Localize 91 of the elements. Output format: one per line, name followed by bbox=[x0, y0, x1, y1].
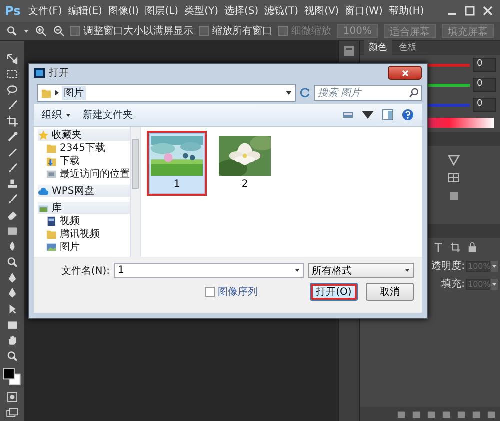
file-tile[interactable]: 2 bbox=[215, 131, 275, 196]
toolbar-button[interactable]: 组织 bbox=[42, 108, 71, 122]
filename-field[interactable]: 1 bbox=[114, 263, 304, 278]
close-button[interactable] bbox=[388, 66, 422, 80]
screen-mode-icon[interactable] bbox=[6, 406, 18, 420]
field-label: 填充: bbox=[442, 278, 465, 291]
nav-item[interactable]: 视频 bbox=[38, 215, 130, 227]
channel-value[interactable]: 0 bbox=[473, 98, 496, 112]
panel-tab[interactable]: 颜色 bbox=[364, 40, 392, 55]
menu-item[interactable]: 视图(V) bbox=[302, 4, 342, 18]
preview-pane-icon[interactable] bbox=[382, 109, 394, 121]
text-cursor-icon[interactable] bbox=[433, 242, 444, 253]
nav-item[interactable]: 图片 bbox=[38, 241, 130, 253]
file-type-dropdown[interactable]: 所有格式 bbox=[308, 263, 414, 278]
nav-item[interactable]: 收藏夹 bbox=[38, 129, 130, 141]
close-icon bbox=[402, 70, 408, 76]
checkbox-label[interactable]: 调整窗口大小以满屏显示 bbox=[70, 24, 194, 38]
square-icon[interactable] bbox=[427, 410, 436, 418]
address-bar[interactable]: 图片 bbox=[37, 84, 296, 102]
nav-item[interactable]: 腾讯视频 bbox=[38, 228, 130, 240]
menu-item[interactable]: 帮助(H) bbox=[386, 4, 428, 18]
zoom-in-icon[interactable] bbox=[34, 25, 47, 37]
stamp-icon[interactable] bbox=[6, 178, 18, 190]
square-icon[interactable] bbox=[442, 410, 451, 418]
search-icon bbox=[409, 88, 419, 98]
caret-icon bbox=[24, 30, 29, 32]
menu-item[interactable]: 编辑(E) bbox=[65, 4, 106, 18]
dialog-title: 打开 bbox=[49, 66, 69, 80]
rectangle-icon[interactable] bbox=[6, 318, 18, 332]
channel-value[interactable]: 0 bbox=[473, 58, 496, 72]
panel-tab[interactable]: 色板 bbox=[394, 40, 422, 55]
eraser-icon[interactable] bbox=[6, 209, 18, 222]
crop-icon[interactable] bbox=[450, 242, 461, 253]
view-options-icon[interactable] bbox=[342, 109, 354, 121]
caret-icon bbox=[362, 109, 374, 121]
film-icon bbox=[46, 216, 57, 226]
nav-item[interactable]: WPS网盘 bbox=[38, 185, 130, 197]
menu-item[interactable]: 选择(S) bbox=[221, 4, 262, 18]
picture-folder-icon bbox=[46, 242, 57, 252]
search-icon[interactable] bbox=[6, 25, 18, 37]
caret-icon bbox=[295, 269, 300, 272]
nav-item[interactable]: 最近访问的位置 bbox=[38, 168, 130, 180]
nav-item[interactable]: 2345下载 bbox=[38, 142, 130, 154]
caret-icon bbox=[405, 269, 410, 272]
caret-icon bbox=[66, 114, 71, 116]
chevron-icon bbox=[55, 90, 59, 96]
open-button[interactable]: 打开(O) bbox=[310, 283, 358, 301]
color-swatches-drawing[interactable] bbox=[3, 368, 21, 386]
nav-item[interactable]: 库 bbox=[38, 202, 130, 214]
menu-item[interactable]: 图层(L) bbox=[142, 4, 182, 18]
square-icon[interactable] bbox=[448, 190, 460, 202]
square-icon[interactable] bbox=[412, 410, 421, 418]
lock-icon[interactable] bbox=[467, 242, 478, 253]
triangle-icon[interactable] bbox=[448, 154, 460, 166]
move-arrow-icon[interactable] bbox=[6, 52, 18, 66]
field-label: 透明度: bbox=[432, 260, 465, 273]
caret-icon bbox=[492, 282, 497, 286]
menu-item[interactable]: 窗口(W) bbox=[342, 4, 386, 18]
crop-icon[interactable] bbox=[6, 115, 18, 128]
refresh-icon[interactable] bbox=[299, 87, 311, 99]
menu-item[interactable]: 滤镜(T) bbox=[262, 4, 302, 18]
app-icon bbox=[34, 68, 45, 78]
nav-item[interactable]: 下载 bbox=[38, 155, 130, 167]
search-icon[interactable] bbox=[6, 256, 18, 269]
file-tile[interactable]: 1 bbox=[147, 131, 207, 196]
eyedropper-icon[interactable] bbox=[6, 130, 18, 144]
grid-icon[interactable] bbox=[448, 172, 460, 184]
zoom-out-icon[interactable] bbox=[52, 25, 64, 37]
cloud-icon bbox=[38, 186, 49, 196]
channel-value[interactable]: 0 bbox=[473, 78, 496, 92]
checkbox-label[interactable]: 缩放所有窗口 bbox=[199, 24, 272, 38]
app-logo: Ps bbox=[4, 4, 22, 18]
download-folder-icon bbox=[46, 156, 57, 166]
scrollbar-thumb[interactable] bbox=[132, 139, 139, 189]
star-icon bbox=[38, 130, 49, 140]
image-sequence-checkbox[interactable]: 图像序列 bbox=[205, 285, 258, 299]
recent-places-icon bbox=[46, 168, 57, 180]
field-label: 文件名(N): bbox=[61, 264, 110, 278]
lasso-icon[interactable] bbox=[6, 84, 18, 96]
menu-item[interactable]: 图像(I) bbox=[105, 4, 142, 18]
menu-item[interactable]: 类型(Y) bbox=[182, 4, 222, 18]
caret-icon bbox=[286, 91, 292, 95]
dashed-square-icon[interactable] bbox=[6, 68, 18, 81]
caret-icon bbox=[492, 264, 497, 268]
help-icon[interactable] bbox=[402, 109, 414, 121]
search-field[interactable]: 搜索 图片 bbox=[314, 85, 422, 101]
menu-item[interactable]: 文件(F) bbox=[26, 4, 66, 18]
search-icon[interactable] bbox=[6, 350, 18, 363]
cancel-button[interactable]: 取消 bbox=[366, 283, 414, 301]
quick-mask-icon[interactable] bbox=[6, 391, 18, 404]
toolbar-button[interactable]: 新建文件夹 bbox=[83, 108, 133, 122]
